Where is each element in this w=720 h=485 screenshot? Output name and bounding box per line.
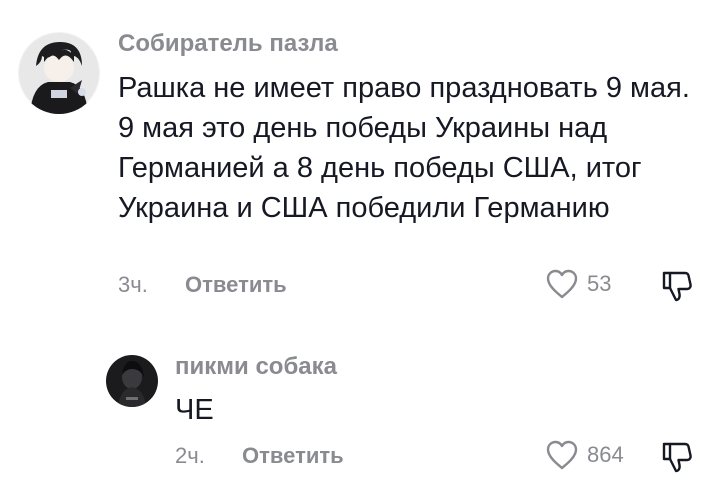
reply-button[interactable]: Ответить: [185, 272, 287, 298]
comment-username[interactable]: пикми собака: [175, 353, 337, 381]
dark-photo-avatar-image: [106, 355, 158, 407]
dislike-button[interactable]: [660, 268, 694, 309]
like-count: 53: [587, 271, 612, 296]
comment-username[interactable]: Собиратель пазла: [118, 30, 338, 58]
thumbs-down-outline-icon: [662, 442, 692, 473]
heart-outline-icon: [546, 440, 578, 470]
comment-meta: 2ч. Ответить: [175, 443, 344, 469]
avatar[interactable]: [18, 32, 100, 114]
comment-timestamp: 2ч.: [175, 443, 205, 468]
like-button[interactable]: 53: [545, 268, 611, 300]
comment-meta: 3ч. Ответить: [118, 272, 287, 298]
like-button[interactable]: 864: [545, 439, 624, 471]
comment-text: ЧЕ: [175, 394, 214, 426]
comment-timestamp: 3ч.: [118, 272, 148, 297]
comment-item: пикми собака ЧЕ 2ч. Ответить 864: [0, 310, 720, 485]
comment-text: Рашка не имеет право праздновать 9 мая. …: [118, 72, 690, 224]
thumbs-down-outline-icon: [662, 271, 692, 302]
like-count: 864: [587, 442, 624, 467]
dislike-button[interactable]: [660, 439, 694, 480]
heart-outline-icon: [546, 269, 578, 299]
comment-item: Собиратель пазла Рашка не имеет право пр…: [0, 0, 720, 310]
reply-button[interactable]: Ответить: [242, 443, 344, 469]
anime-character-avatar-image: [18, 32, 100, 114]
avatar[interactable]: [106, 355, 158, 407]
